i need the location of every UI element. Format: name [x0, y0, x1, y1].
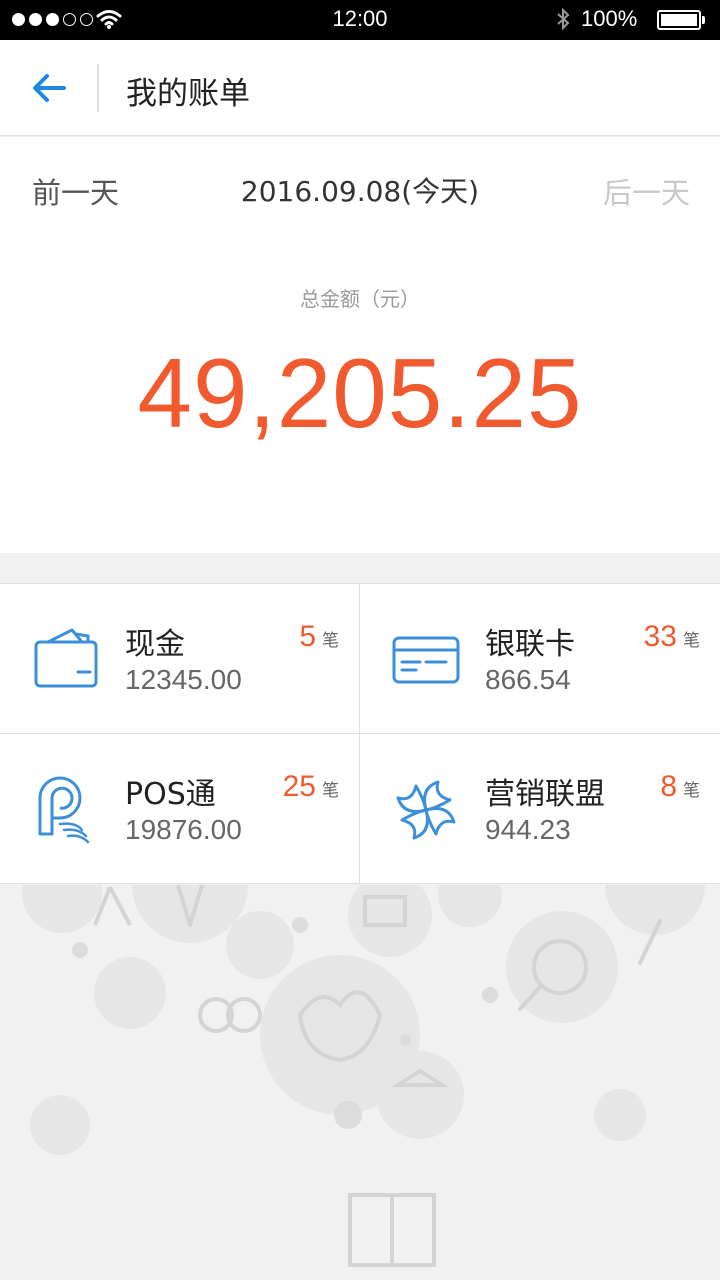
- next-day-button[interactable]: 后一天: [603, 170, 690, 212]
- account-unionpay[interactable]: 银联卡 866.54 33 笔: [360, 584, 720, 734]
- account-pos[interactable]: POS通 19876.00 25 笔: [0, 734, 360, 884]
- header-divider: [97, 64, 99, 112]
- summary-panel: 前一天 2016.09.08(今天) 后一天 总金额（元） 49,205.25: [0, 137, 720, 553]
- transaction-count: 8 笔: [660, 770, 700, 804]
- total-amount-label: 总金额（元）: [300, 287, 420, 311]
- count-unit: 笔: [322, 781, 339, 801]
- status-bar: 12:00 100%: [0, 0, 720, 40]
- pos-icon: [38, 776, 90, 844]
- count-unit: 笔: [683, 631, 700, 651]
- count-number: 5: [299, 620, 316, 653]
- count-number: 33: [643, 620, 677, 653]
- bluetooth-icon: [557, 7, 570, 31]
- app-header: 我的账单: [0, 40, 720, 136]
- account-amount: 944.23: [485, 814, 571, 845]
- transaction-count: 5 笔: [299, 620, 339, 654]
- account-amount: 12345.00: [125, 664, 242, 695]
- account-amount: 866.54: [485, 664, 571, 695]
- account-name: 银联卡: [485, 627, 575, 662]
- count-unit: 笔: [683, 781, 700, 801]
- battery-icon: [657, 10, 701, 30]
- battery-percent: 100%: [581, 6, 638, 31]
- account-cash[interactable]: 现金 12345.00 5 笔: [0, 584, 360, 734]
- account-name: POS通: [125, 777, 216, 812]
- account-name: 营销联盟: [485, 777, 605, 812]
- count-unit: 笔: [322, 631, 339, 651]
- account-grid: 现金 12345.00 5 笔 银联卡 866.54 33 笔 POS通 198…: [0, 583, 720, 884]
- pinwheel-icon: [396, 780, 456, 840]
- decorative-background-illustration: [22, 885, 705, 1267]
- count-number: 25: [282, 770, 316, 803]
- transaction-count: 25 笔: [283, 770, 339, 804]
- total-amount-value: 49,205.25: [137, 338, 583, 448]
- account-marketing-alliance[interactable]: 营销联盟 944.23 8 笔: [360, 734, 720, 884]
- wallet-icon: [34, 628, 98, 688]
- account-name: 现金: [125, 627, 185, 662]
- bank-card-icon: [392, 636, 460, 684]
- back-arrow-icon[interactable]: [30, 68, 70, 108]
- count-number: 8: [660, 770, 677, 803]
- account-amount: 19876.00: [125, 814, 242, 845]
- page-title: 我的账单: [126, 76, 250, 112]
- transaction-count: 33 笔: [644, 620, 700, 654]
